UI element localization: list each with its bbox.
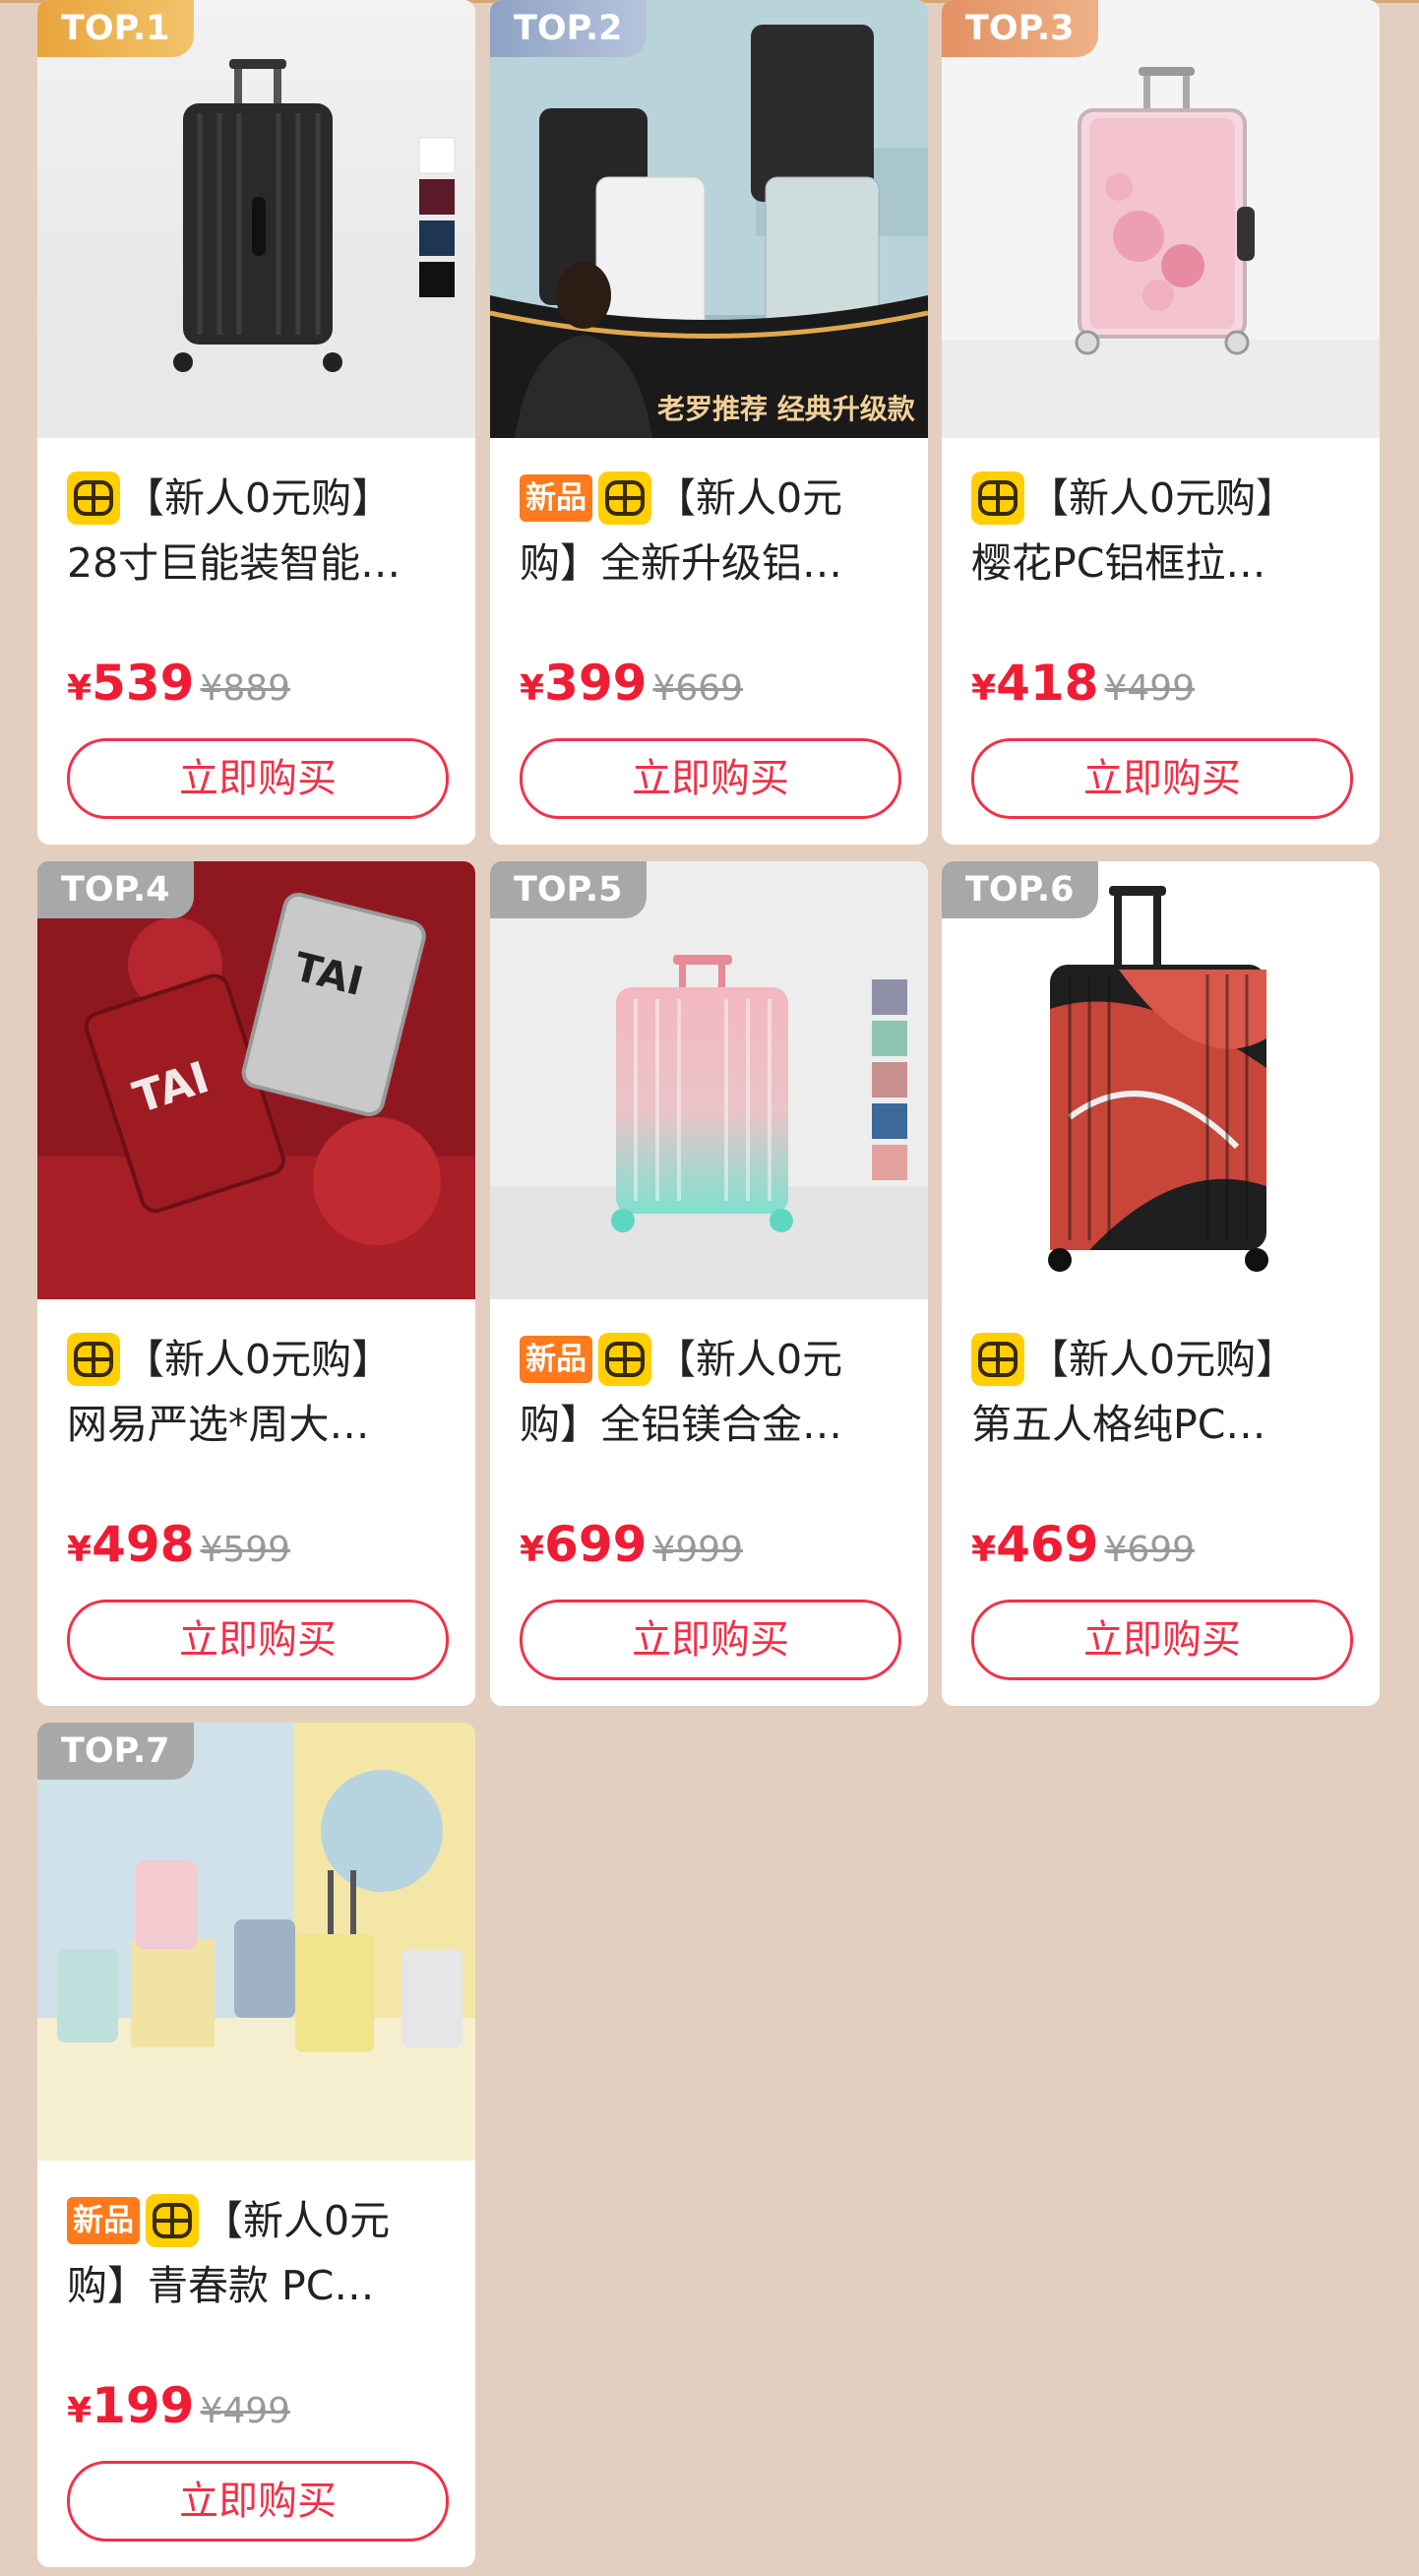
sale-price: 539 [92,655,195,712]
rank-badge: TOP.3 [942,0,1098,57]
title-line-1: 【新人0元购】 [124,474,393,522]
original-price: ¥499 [200,2391,291,2431]
product-image[interactable]: TOP.1 [37,0,475,438]
product-image[interactable]: 老罗推荐 经典升级款 TOP.2 [490,0,928,438]
currency-symbol: ¥ [520,668,545,709]
sale-price: 418 [996,655,1099,712]
currency-symbol: ¥ [971,1530,997,1570]
sale-price: 699 [544,1516,648,1573]
product-title[interactable]: 【新人0元购】 樱花PC铝框拉… [971,463,1355,596]
currency-symbol: ¥ [67,2391,93,2431]
suitcase-image [942,861,1380,1299]
product-image[interactable]: TOP.5 [490,861,928,1299]
image-caption: 老罗推荐 经典升级款 [657,393,916,425]
buy-now-button[interactable]: 立即购买 [520,1600,901,1680]
sale-price: 399 [544,655,648,712]
buy-now-button[interactable]: 立即购买 [67,1600,449,1680]
rank-badge: TOP.2 [490,0,647,57]
currency-symbol: ¥ [520,1530,545,1570]
currency-symbol: ¥ [67,1530,93,1570]
product-card-4[interactable]: TAI TAI TOP.4 【新人0元购】 网易严选*周大… ¥498 ¥599 … [37,861,475,1706]
price: ¥418 ¥499 [971,655,1195,712]
product-card-1[interactable]: TOP.1 【新人0元购】 28寸巨能装智能… ¥539 ¥889 立即购买 [37,0,475,845]
suitcase-image [37,1723,475,2161]
buy-now-button[interactable]: 立即购买 [971,738,1353,819]
store-logo-icon [971,471,1024,525]
product-image[interactable]: TAI TAI TOP.4 [37,861,475,1299]
title-line-2: 樱花PC铝框拉… [971,539,1266,587]
price: ¥399 ¥669 [520,655,743,712]
store-logo-icon [971,1333,1024,1386]
suitcase-image [490,861,928,1299]
product-image[interactable]: TOP.7 [37,1723,475,2161]
new-badge: 新品 [520,1336,592,1383]
currency-symbol: ¥ [971,668,997,709]
title-line-2: 购】全铝镁合金… [520,1401,842,1448]
title-line-2: 网易严选*周大… [67,1401,370,1448]
rank-badge: TOP.1 [37,0,194,57]
store-logo-icon [146,2194,199,2247]
product-title[interactable]: 【新人0元购】 28寸巨能装智能… [67,463,451,596]
buy-now-button[interactable]: 立即购买 [67,738,449,819]
rank-badge: TOP.5 [490,861,647,918]
rank-badge: TOP.4 [37,861,194,918]
store-logo-icon [598,471,651,525]
title-line-1: 【新人0元 [655,1336,843,1383]
original-price: ¥499 [1104,668,1196,709]
product-image[interactable]: TOP.6 [942,861,1380,1299]
rank-badge: TOP.6 [942,861,1098,918]
title-line-1: 【新人0元购】 [1028,1336,1297,1383]
buy-now-button[interactable]: 立即购买 [520,738,901,819]
store-logo-icon [67,1333,120,1386]
product-image[interactable]: TOP.3 [942,0,1380,438]
buy-now-button[interactable]: 立即购买 [971,1600,1353,1680]
original-price: ¥699 [1104,1530,1196,1570]
title-line-1: 【新人0元购】 [124,1336,393,1383]
title-line-2: 28寸巨能装智能… [67,539,401,587]
price: ¥199 ¥499 [67,2377,290,2434]
title-line-2: 购】全新升级铝… [520,539,842,587]
title-line-1: 【新人0元 [203,2197,391,2244]
product-card-5[interactable]: TOP.5 新品 【新人0元 购】全铝镁合金… ¥699 ¥999 立即购买 [490,861,928,1706]
sale-price: 498 [92,1516,195,1573]
new-badge: 新品 [67,2197,140,2244]
suitcase-image [942,0,1380,438]
title-line-1: 【新人0元 [655,474,843,522]
price: ¥498 ¥599 [67,1516,290,1573]
rank-badge: TOP.7 [37,1723,194,1780]
title-line-2: 第五人格纯PC… [971,1401,1266,1448]
product-card-2[interactable]: 老罗推荐 经典升级款 TOP.2 新品 【新人0元 购】全新升级铝… ¥399 ¥6… [490,0,928,845]
product-card-3[interactable]: TOP.3 【新人0元购】 樱花PC铝框拉… ¥418 ¥499 立即购买 [942,0,1380,845]
store-logo-icon [67,471,120,525]
price: ¥539 ¥889 [67,655,290,712]
product-title[interactable]: 新品 【新人0元 购】全新升级铝… [520,463,903,596]
title-line-2: 购】青春款 PC… [67,2262,375,2309]
product-title[interactable]: 新品 【新人0元 购】全铝镁合金… [520,1324,903,1457]
buy-now-button[interactable]: 立即购买 [67,2461,449,2542]
original-price: ¥669 [652,668,744,709]
product-card-7[interactable]: TOP.7 新品 【新人0元 购】青春款 PC… ¥199 ¥499 立即购买 [37,1723,475,2567]
suitcase-image: 老罗推荐 经典升级款 [490,0,928,438]
currency-symbol: ¥ [67,668,93,709]
product-title[interactable]: 【新人0元购】 网易严选*周大… [67,1324,451,1457]
original-price: ¥999 [652,1530,744,1570]
product-title[interactable]: 新品 【新人0元 购】青春款 PC… [67,2185,451,2318]
original-price: ¥599 [200,1530,291,1570]
sale-price: 199 [92,2377,195,2434]
store-logo-icon [598,1333,651,1386]
original-price: ¥889 [200,668,291,709]
new-badge: 新品 [520,474,592,522]
suitcase-image [37,0,475,438]
suitcase-image: TAI TAI [37,861,475,1299]
price: ¥699 ¥999 [520,1516,743,1573]
sale-price: 469 [996,1516,1099,1573]
product-title[interactable]: 【新人0元购】 第五人格纯PC… [971,1324,1355,1457]
product-card-6[interactable]: TOP.6 【新人0元购】 第五人格纯PC… ¥469 ¥699 立即购买 [942,861,1380,1706]
title-line-1: 【新人0元购】 [1028,474,1297,522]
price: ¥469 ¥699 [971,1516,1195,1573]
